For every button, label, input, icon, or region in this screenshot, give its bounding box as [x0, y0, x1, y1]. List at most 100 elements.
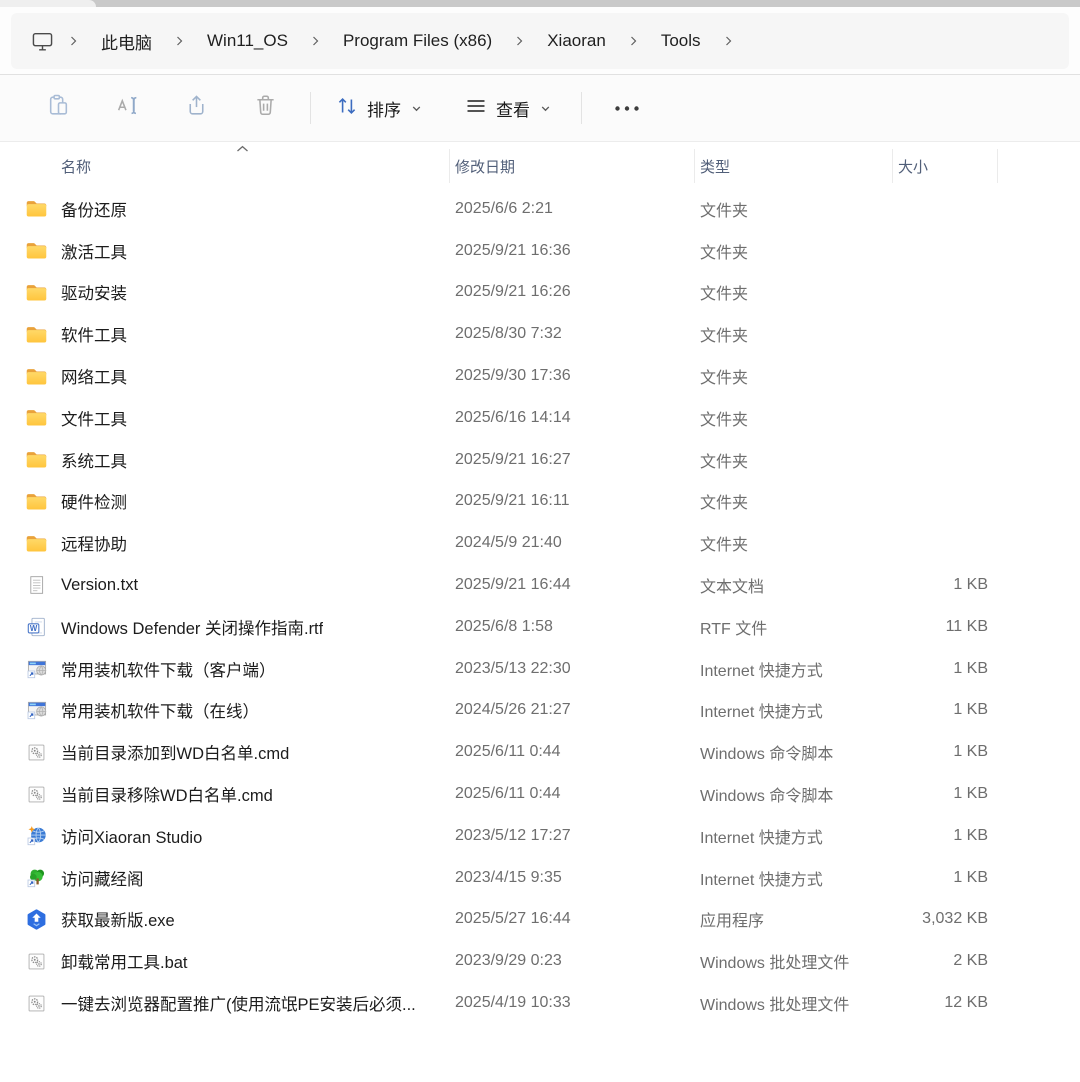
file-size: 1 KB: [893, 660, 998, 678]
file-size: 12 KB: [893, 994, 998, 1012]
file-date-modified: 2025/5/27 16:44: [450, 910, 695, 928]
file-row[interactable]: 当前目录添加到WD白名单.cmd 2025/6/11 0:44 Windows …: [0, 731, 1080, 773]
file-date-modified: 2025/6/11 0:44: [450, 785, 695, 803]
file-type: Windows 批处理文件: [695, 949, 893, 973]
file-size: 1 KB: [893, 827, 998, 845]
file-row[interactable]: W Windows Defender 关闭操作指南.rtf 2025/6/8 1…: [0, 606, 1080, 648]
column-header-type[interactable]: 类型: [695, 149, 893, 183]
cmd-script-icon: [25, 992, 48, 1015]
file-row[interactable]: 激活工具 2025/9/21 16:36 文件夹: [0, 230, 1080, 272]
file-size: 2 KB: [893, 952, 998, 970]
file-row[interactable]: 系统工具 2025/9/21 16:27 文件夹: [0, 439, 1080, 481]
file-name: 访问藏经阁: [61, 866, 144, 890]
file-row[interactable]: 获取最新版.exe 2025/5/27 16:44 应用程序 3,032 KB: [0, 899, 1080, 941]
file-type: 文件夹: [695, 197, 893, 221]
file-date-modified: 2025/4/19 10:33: [450, 994, 695, 1012]
file-row[interactable]: 硬件检测 2025/9/21 16:11 文件夹: [0, 481, 1080, 523]
file-row[interactable]: 当前目录移除WD白名单.cmd 2025/6/11 0:44 Windows 命…: [0, 773, 1080, 815]
breadcrumb-chevron-icon[interactable]: [715, 35, 742, 47]
breadcrumb-item-1[interactable]: 此电脑: [89, 23, 164, 60]
file-name: 网络工具: [61, 364, 127, 388]
file-name: 软件工具: [61, 322, 127, 346]
breadcrumb-chevron-icon[interactable]: [302, 35, 329, 47]
folder-icon: [25, 323, 48, 346]
breadcrumb-chevron-icon[interactable]: [506, 35, 533, 47]
breadcrumb-chevron-icon[interactable]: [60, 35, 87, 47]
address-bar[interactable]: 此电脑 Win11_OS Program Files (x86) Xiaoran Too…: [11, 13, 1069, 69]
file-type: 文件夹: [695, 239, 893, 263]
breadcrumb-item-2[interactable]: Win11_OS: [195, 25, 300, 57]
rename-icon: [115, 93, 140, 123]
file-row[interactable]: Version.txt 2025/9/21 16:44 文本文档 1 KB: [0, 564, 1080, 606]
internet-shortcut-icon: [25, 657, 48, 680]
svg-text:W: W: [29, 624, 37, 633]
share-button[interactable]: [162, 85, 231, 131]
file-row[interactable]: 文件工具 2025/6/16 14:14 文件夹: [0, 397, 1080, 439]
file-date-modified: 2025/9/21 16:36: [450, 242, 695, 260]
cmd-script-icon: [25, 950, 48, 973]
column-header-row: 名称 修改日期 类型 大小: [0, 144, 1080, 188]
globe-shortcut-icon: [25, 824, 48, 847]
file-size: 1 KB: [893, 869, 998, 887]
more-options-button[interactable]: [592, 91, 662, 125]
file-size: 11 KB: [893, 618, 998, 636]
file-row[interactable]: 备份还原 2025/6/6 2:21 文件夹: [0, 188, 1080, 230]
column-header-name[interactable]: 名称: [25, 149, 450, 183]
file-name: 硬件检测: [61, 489, 127, 513]
paste-button[interactable]: [24, 85, 93, 131]
file-row[interactable]: 网络工具 2025/9/30 17:36 文件夹: [0, 355, 1080, 397]
view-chevron-icon: [540, 103, 551, 114]
sort-button[interactable]: 排序: [321, 86, 436, 131]
file-date-modified: 2025/9/21 16:11: [450, 492, 695, 510]
sort-chevron-icon: [411, 103, 422, 114]
breadcrumb-chevron-icon[interactable]: [166, 35, 193, 47]
rename-button[interactable]: [93, 85, 162, 131]
file-size: 3,032 KB: [893, 910, 998, 928]
column-header-date[interactable]: 修改日期: [450, 149, 695, 183]
paste-icon: [46, 93, 71, 123]
breadcrumb-chevron-icon[interactable]: [620, 35, 647, 47]
file-name: 当前目录添加到WD白名单.cmd: [61, 740, 289, 764]
file-type: 文件夹: [695, 489, 893, 513]
address-bar-row: 此电脑 Win11_OS Program Files (x86) Xiaoran Too…: [0, 7, 1080, 75]
file-size: 1 KB: [893, 576, 998, 594]
file-date-modified: 2025/8/30 7:32: [450, 325, 695, 343]
view-button[interactable]: 查看: [450, 86, 565, 131]
delete-button[interactable]: [231, 85, 300, 131]
file-row[interactable]: 卸载常用工具.bat 2023/9/29 0:23 Windows 批处理文件 …: [0, 940, 1080, 982]
file-row[interactable]: 软件工具 2025/8/30 7:32 文件夹: [0, 313, 1080, 355]
file-row[interactable]: 访问Xiaoran Studio 2023/5/12 17:27 Interne…: [0, 815, 1080, 857]
command-toolbar: 排序 查看: [0, 75, 1080, 142]
this-pc-icon[interactable]: [31, 31, 60, 52]
breadcrumb-item-4[interactable]: Xiaoran: [535, 25, 618, 57]
file-type: Windows 命令脚本: [695, 782, 893, 806]
file-name: 常用装机软件下载（在线）: [61, 698, 259, 722]
file-explorer-window: 此电脑 Win11_OS Program Files (x86) Xiaoran Too…: [0, 0, 1080, 1024]
file-row[interactable]: 驱动安装 2025/9/21 16:26 文件夹: [0, 272, 1080, 314]
file-row[interactable]: 一键去浏览器配置推广(使用流氓PE安装后必须... 2025/4/19 10:3…: [0, 982, 1080, 1024]
toolbar-divider: [581, 92, 582, 124]
breadcrumb-item-3[interactable]: Program Files (x86): [331, 25, 504, 57]
file-type: Windows 命令脚本: [695, 740, 893, 764]
column-header-size[interactable]: 大小: [893, 149, 998, 183]
file-name: 备份还原: [61, 197, 127, 221]
folder-icon: [25, 197, 48, 220]
delete-icon: [253, 93, 278, 123]
breadcrumb-item-5[interactable]: Tools: [649, 25, 713, 57]
file-name: 常用装机软件下载（客户端）: [61, 657, 276, 681]
file-row[interactable]: 常用装机软件下载（客户端） 2023/5/13 22:30 Internet 快…: [0, 648, 1080, 690]
file-row[interactable]: 常用装机软件下载（在线） 2024/5/26 21:27 Internet 快捷…: [0, 690, 1080, 732]
file-date-modified: 2025/9/21 16:44: [450, 576, 695, 594]
file-row[interactable]: 远程协助 2024/5/9 21:40 文件夹: [0, 522, 1080, 564]
file-type: Internet 快捷方式: [695, 698, 893, 722]
file-date-modified: 2025/6/6 2:21: [450, 200, 695, 218]
file-rows: 备份还原 2025/6/6 2:21 文件夹 激活工具 2025/9/21 16…: [0, 188, 1080, 1024]
folder-icon: [25, 406, 48, 429]
file-type: 文件夹: [695, 364, 893, 388]
file-date-modified: 2024/5/26 21:27: [450, 701, 695, 719]
file-date-modified: 2025/6/11 0:44: [450, 743, 695, 761]
folder-icon: [25, 281, 48, 304]
file-date-modified: 2025/9/21 16:26: [450, 283, 695, 301]
tree-shortcut-icon: [25, 866, 48, 889]
file-row[interactable]: 访问藏经阁 2023/4/15 9:35 Internet 快捷方式 1 KB: [0, 857, 1080, 899]
